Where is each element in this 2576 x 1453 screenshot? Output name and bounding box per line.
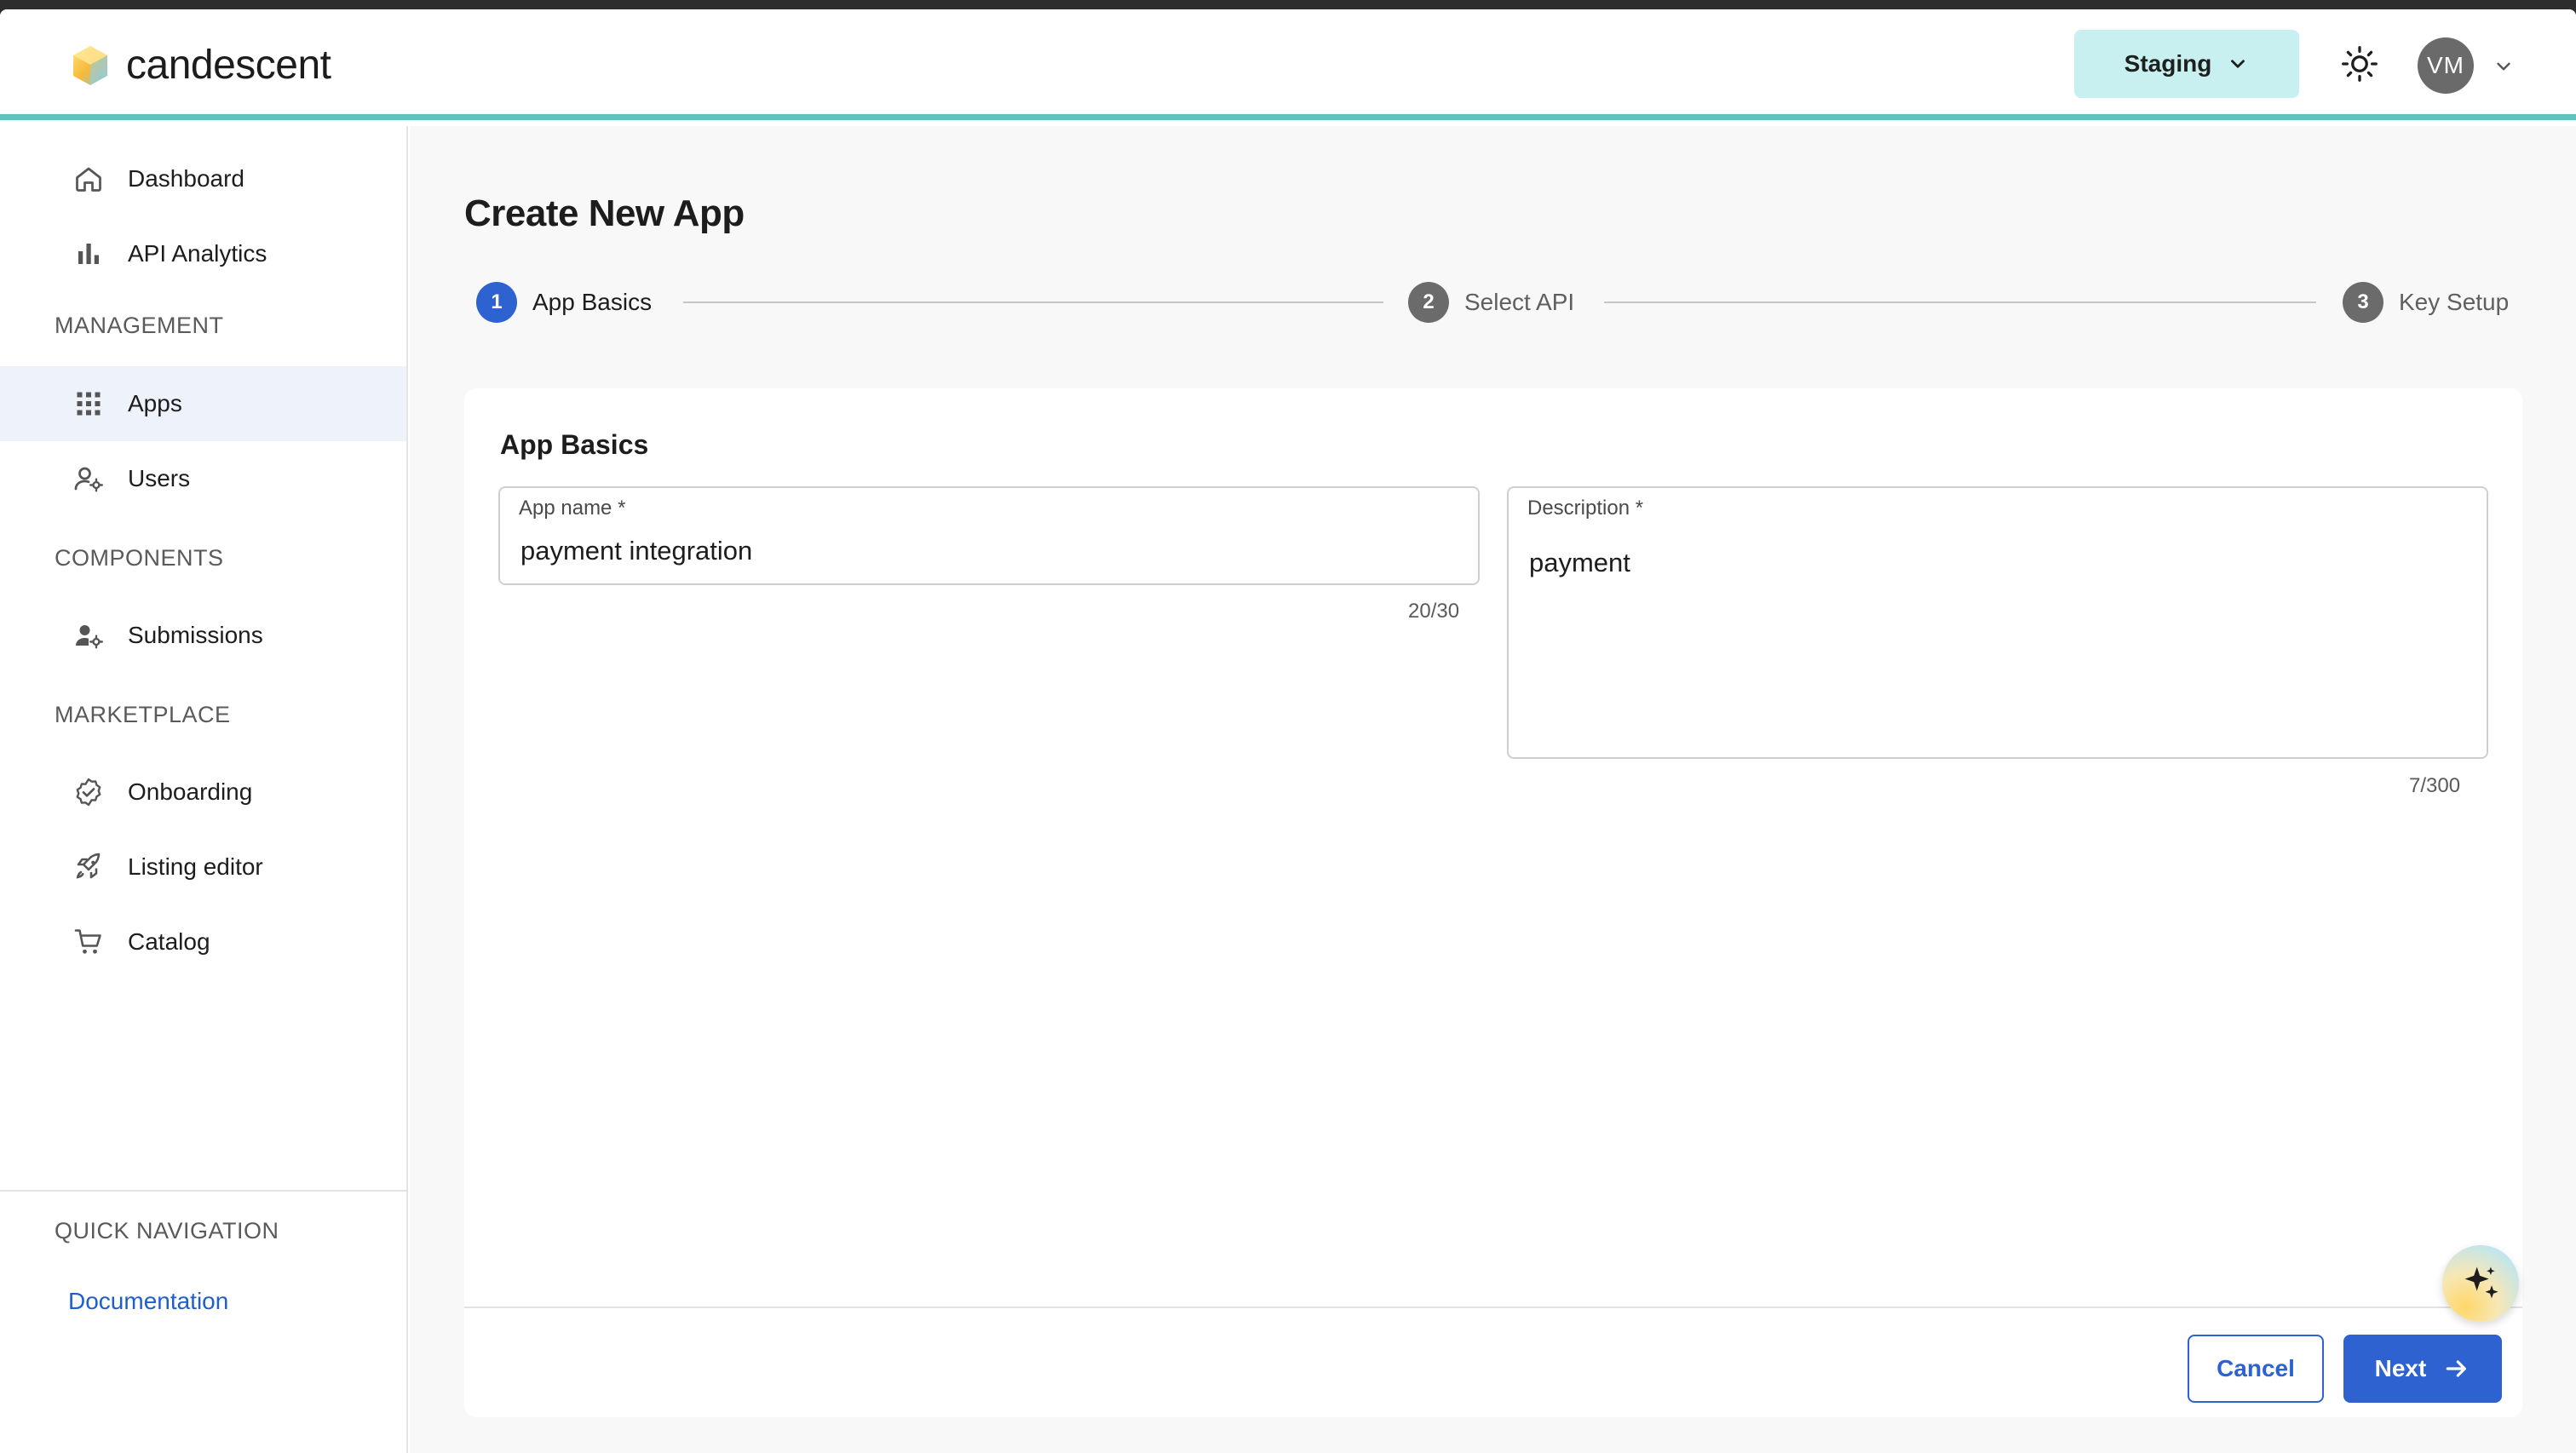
grid-icon	[77, 392, 101, 416]
ai-assistant-button[interactable]	[2442, 1245, 2519, 1322]
sparkles-icon	[2464, 1266, 2498, 1299]
sidebar-item-apps[interactable]: Apps	[0, 366, 406, 441]
brand-logo[interactable]: candescent	[72, 42, 331, 89]
app-window: candescent Staging VM Dashboard API Anal…	[0, 9, 2576, 1453]
next-button[interactable]: Next	[2343, 1335, 2502, 1403]
candescent-logo-icon	[73, 45, 107, 85]
sidebar-item-listing-editor[interactable]: Listing editor	[0, 830, 406, 905]
user-gear-filled-icon	[76, 625, 103, 649]
sidebar-item-api-analytics[interactable]: API Analytics	[0, 216, 406, 291]
section-title-management: MANAGEMENT	[55, 313, 224, 338]
documentation-link[interactable]: Documentation	[68, 1288, 228, 1315]
user-gear-icon	[74, 467, 103, 492]
avatar[interactable]: VM	[2418, 37, 2474, 94]
sidebar-item-label: Catalog	[128, 928, 210, 955]
app-name-label: App name *	[519, 497, 626, 520]
home-icon	[76, 167, 101, 192]
main-content: Create New App 1 App Basics 2 Select API…	[410, 126, 2576, 1453]
step-select-api[interactable]: 2 Select API	[1408, 282, 1574, 323]
chevron-down-icon[interactable]	[2493, 55, 2515, 78]
sidebar-item-label: Apps	[128, 390, 182, 416]
app-name-field[interactable]: App name * payment integration	[498, 486, 1480, 585]
app-name-input[interactable]: payment integration	[520, 536, 752, 566]
sun-icon[interactable]	[2341, 45, 2378, 83]
next-button-label: Next	[2374, 1355, 2427, 1381]
step-app-basics[interactable]: 1 App Basics	[476, 282, 652, 323]
step-number: 3	[2343, 282, 2383, 323]
arrow-right-icon	[2447, 1360, 2467, 1377]
description-input[interactable]: payment	[1529, 548, 1630, 578]
brand-name: candescent	[126, 43, 331, 88]
step-number: 1	[476, 282, 517, 323]
step-connector	[683, 302, 1383, 303]
badge-check-icon	[76, 778, 101, 807]
step-key-setup[interactable]: 3 Key Setup	[2343, 282, 2509, 323]
step-label: App Basics	[532, 289, 653, 315]
footer-divider	[464, 1307, 2522, 1308]
sidebar-item-label: Listing editor	[128, 853, 263, 880]
rocket-icon	[76, 853, 101, 879]
step-connector	[1604, 302, 2316, 303]
sidebar-item-users[interactable]: Users	[0, 441, 406, 516]
sidebar-divider	[0, 1190, 406, 1192]
section-title-components: COMPONENTS	[55, 545, 224, 571]
page-title: Create New App	[464, 192, 745, 234]
sidebar: Dashboard API Analytics MANAGEMENT Apps	[0, 126, 408, 1453]
card-title: App Basics	[500, 429, 649, 460]
description-label: Description *	[1527, 497, 1644, 520]
section-title-quick-navigation: QUICK NAVIGATION	[55, 1218, 279, 1243]
sidebar-item-label: Users	[128, 465, 191, 491]
environment-selector[interactable]: Staging	[2074, 30, 2299, 98]
sidebar-item-dashboard[interactable]: Dashboard	[0, 141, 406, 216]
sidebar-item-label: API Analytics	[128, 240, 267, 267]
sidebar-item-label: Onboarding	[128, 778, 253, 805]
environment-label: Staging	[2124, 50, 2212, 77]
description-field[interactable]: Description * payment	[1507, 486, 2488, 759]
description-counter: 7/300	[2409, 774, 2461, 797]
sidebar-item-submissions[interactable]: Submissions	[0, 598, 406, 673]
cart-icon	[74, 929, 101, 954]
stepper: 1 App Basics 2 Select API 3 Key Setup	[476, 282, 2512, 323]
app-name-counter: 20/30	[1408, 600, 1460, 623]
sidebar-item-label: Submissions	[128, 622, 263, 648]
step-label: Select API	[1464, 289, 1575, 315]
chevron-down-icon	[2231, 60, 2245, 68]
sidebar-item-onboarding[interactable]: Onboarding	[0, 755, 406, 830]
sidebar-item-catalog[interactable]: Catalog	[0, 905, 406, 979]
cancel-button[interactable]: Cancel	[2188, 1335, 2324, 1403]
section-title-marketplace: MARKETPLACE	[55, 702, 231, 727]
step-label: Key Setup	[2399, 289, 2510, 315]
bar-chart-icon	[78, 244, 99, 264]
top-header: candescent Staging VM	[0, 9, 2576, 120]
step-number: 2	[1408, 282, 1449, 323]
app-basics-card: App Basics App name * payment integratio…	[464, 388, 2522, 1417]
sidebar-item-label: Dashboard	[128, 165, 244, 192]
